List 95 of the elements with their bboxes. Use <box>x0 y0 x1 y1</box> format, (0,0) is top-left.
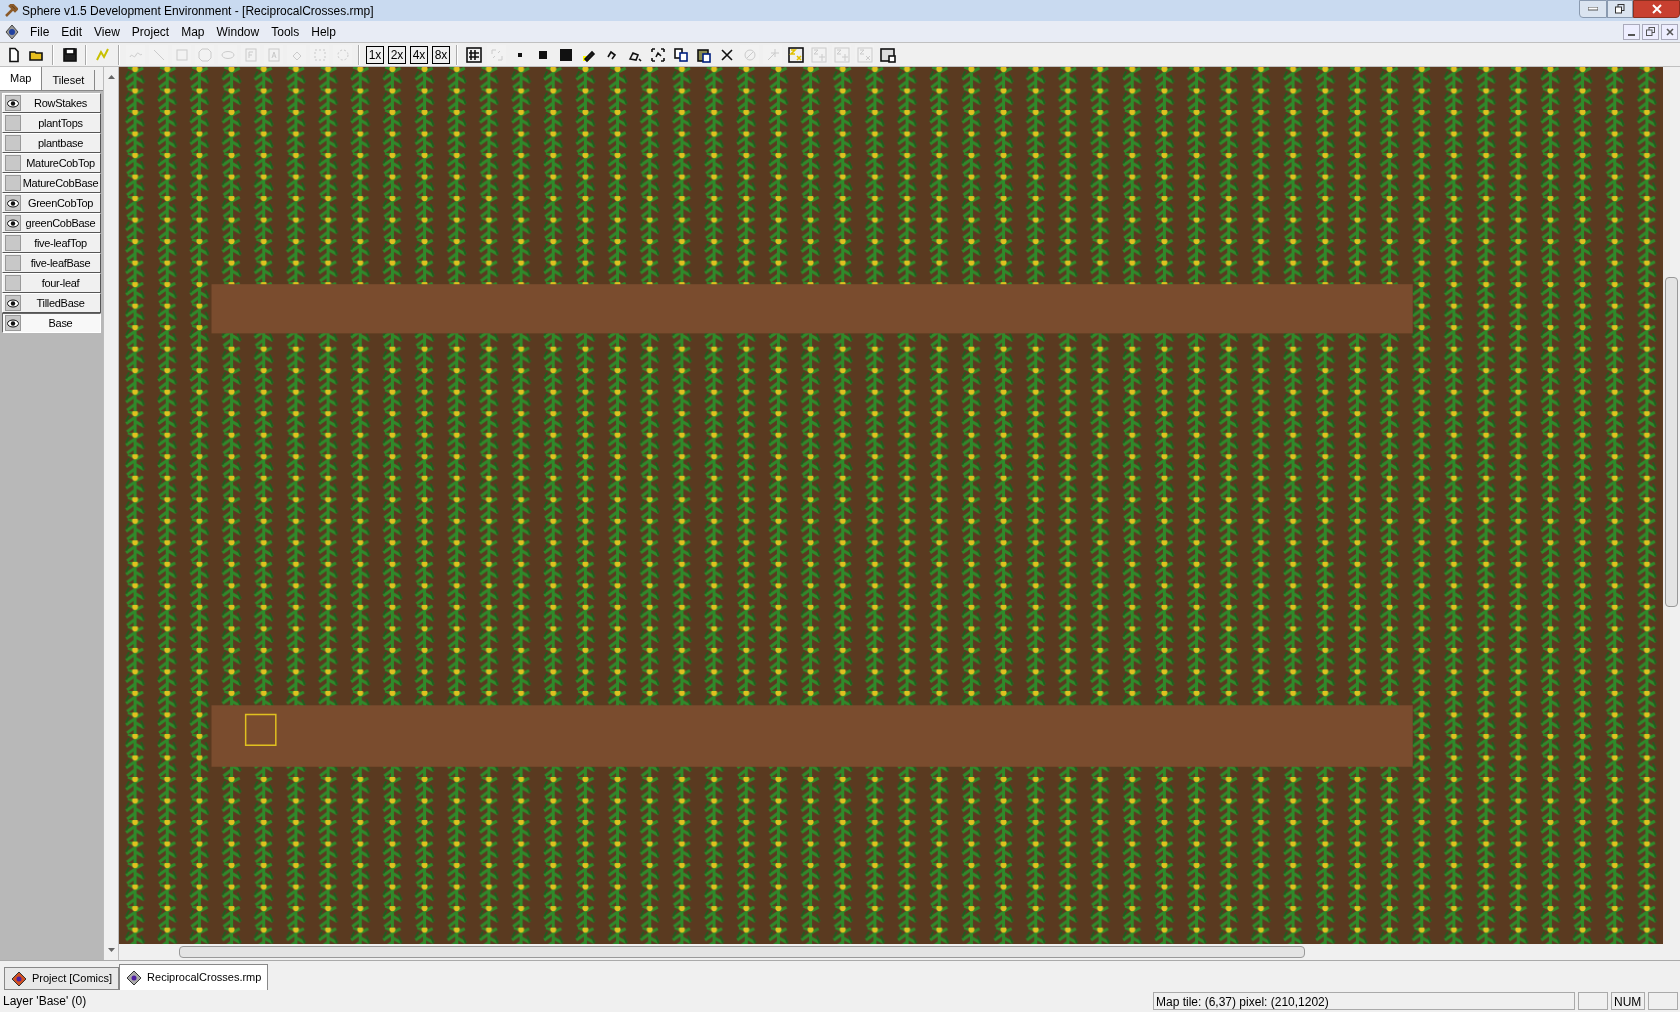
visibility-toggle[interactable] <box>5 155 21 171</box>
tool-icon <box>649 46 666 63</box>
visibility-toggle[interactable] <box>5 315 21 331</box>
hammer-icon <box>4 3 18 18</box>
layer-item[interactable]: RowStakes <box>2 93 101 113</box>
scroll-thumb[interactable] <box>1665 277 1678 607</box>
restore-icon <box>1615 4 1625 14</box>
zoom-button[interactable]: 4x <box>410 45 428 64</box>
visibility-toggle[interactable] <box>5 175 21 191</box>
visibility-toggle[interactable] <box>5 275 21 291</box>
menu-item[interactable]: Help <box>305 22 342 41</box>
tool-icon <box>538 50 547 59</box>
layer-item[interactable]: TilledBase <box>2 293 101 313</box>
minimize-icon <box>1628 33 1635 36</box>
menu-item[interactable]: Map <box>175 22 211 41</box>
tool-icon <box>61 46 78 63</box>
menu-item[interactable]: Tools <box>265 22 306 41</box>
visibility-toggle[interactable] <box>5 195 21 211</box>
document-icon <box>126 969 143 986</box>
visibility-toggle[interactable] <box>5 215 21 231</box>
document-tab[interactable]: ReciprocalCrosses.rmp <box>119 964 269 990</box>
menu-item[interactable]: Window <box>210 22 266 41</box>
layer-item[interactable]: five-leafTop <box>2 233 101 253</box>
scroll-thumb[interactable] <box>179 946 1305 958</box>
layer-item[interactable]: plantTops <box>2 113 101 133</box>
visibility-toggle[interactable] <box>5 235 21 251</box>
visibility-toggle[interactable] <box>5 115 21 131</box>
layer-item[interactable]: MatureCobBase <box>2 173 101 193</box>
scroll-up-arrow-icon[interactable] <box>107 75 115 79</box>
layer-item[interactable]: Base <box>2 313 101 333</box>
scroll-down-arrow-icon[interactable] <box>107 948 115 952</box>
minimize-button[interactable] <box>1623 23 1640 40</box>
document-tab[interactable]: Project [Comics] <box>4 967 120 990</box>
zoom-button[interactable]: 2x <box>388 45 406 64</box>
zoom-button[interactable]: 8x <box>432 45 450 64</box>
layer-item[interactable]: GreenCobTop <box>2 193 101 213</box>
num-lock-indicator: NUM <box>1611 992 1645 1010</box>
tool-icon <box>810 46 827 63</box>
tool-icon <box>718 46 735 63</box>
tool-icon <box>833 46 850 63</box>
eye-icon <box>7 318 19 328</box>
tool-icon <box>787 46 804 63</box>
toolbar-button[interactable] <box>60 45 79 64</box>
tool-icon <box>672 46 689 63</box>
layer-item[interactable]: MatureCobTop <box>2 153 101 173</box>
tool-icon <box>559 48 572 61</box>
visibility-toggle[interactable] <box>5 255 21 271</box>
layer-item[interactable]: five-leafBase <box>2 253 101 273</box>
window-title: Sphere v1.5 Development Environment - [ReciprocalCrosses.rmp] <box>22 2 374 20</box>
visibility-toggle[interactable] <box>5 295 21 311</box>
eye-icon <box>7 298 19 308</box>
layer-item[interactable]: greenCobBase <box>2 213 101 233</box>
restore-button[interactable] <box>1642 23 1659 40</box>
tool-icon <box>173 46 190 63</box>
tool-icon <box>517 52 522 57</box>
tool-icon <box>265 46 282 63</box>
menu-item[interactable]: Project <box>125 22 176 41</box>
close-icon <box>1651 4 1662 14</box>
maximize-button[interactable] <box>1607 0 1633 18</box>
toolbar-button[interactable] <box>671 45 690 64</box>
restore-icon <box>1646 27 1655 36</box>
visibility-toggle[interactable] <box>5 135 21 151</box>
tool-icon <box>94 46 111 63</box>
tool-icon <box>879 46 896 63</box>
tool-icon <box>695 46 712 63</box>
toolbar-button[interactable] <box>878 45 897 64</box>
status-text: Layer 'Base' (0) <box>2 993 88 1010</box>
app-icon <box>4 23 20 40</box>
menu-item[interactable]: View <box>88 22 126 41</box>
layer-item[interactable]: plantbase <box>2 133 101 153</box>
eye-icon <box>7 198 19 208</box>
layer-item[interactable]: four-leaf <box>2 273 101 293</box>
close-icon <box>1665 27 1674 36</box>
document-icon <box>11 970 27 987</box>
eye-icon <box>7 98 19 108</box>
tool-icon <box>242 46 259 63</box>
tool-icon <box>196 46 213 63</box>
tool-icon <box>465 46 482 63</box>
panel-tab[interactable]: Map <box>0 67 43 90</box>
toolbar-button[interactable] <box>464 45 483 64</box>
tool-icon <box>741 46 758 63</box>
eye-icon <box>7 218 19 228</box>
status-pane <box>1648 992 1678 1010</box>
zoom-button[interactable]: 1x <box>366 45 384 64</box>
menu-item[interactable]: Edit <box>55 22 89 41</box>
visibility-toggle[interactable] <box>5 95 21 111</box>
toolbar-button[interactable] <box>786 45 805 64</box>
menu-item[interactable]: File <box>24 22 56 41</box>
status-pane <box>1578 992 1608 1010</box>
status-position: Map tile: (6,37) pixel: (210,1202) <box>1153 992 1575 1010</box>
tool-icon <box>488 46 505 63</box>
minimize-icon <box>1588 7 1598 11</box>
tool-icon <box>856 46 873 63</box>
close-button[interactable] <box>1661 23 1678 40</box>
close-button[interactable] <box>1633 0 1680 18</box>
